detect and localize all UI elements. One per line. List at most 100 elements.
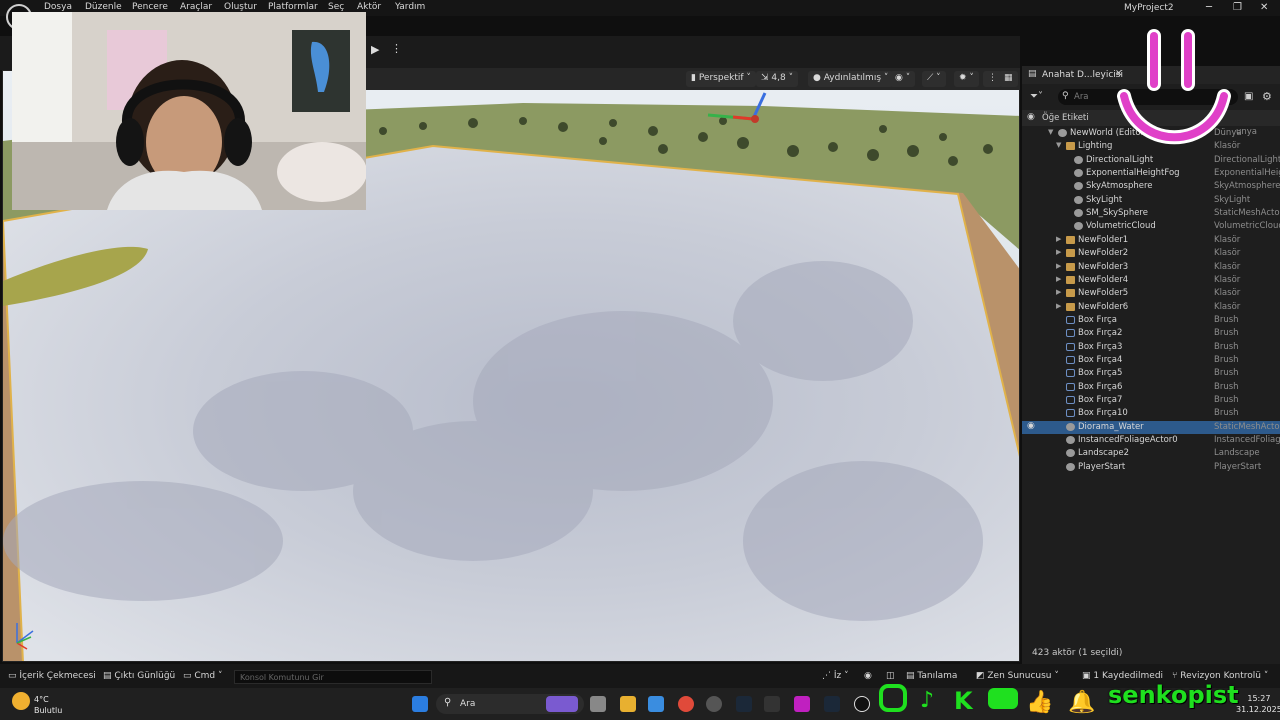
github-icon[interactable] [706,696,722,712]
outliner-row-type: Klasör [1214,301,1241,312]
layout-button[interactable]: ▦ [999,71,1018,87]
menu-edit[interactable]: Düzenle [85,2,122,12]
expand-arrow-icon[interactable]: ▼ [1056,141,1065,149]
outliner-row-name: Box Fırça2 [1078,328,1123,339]
cmd-dropdown[interactable]: ▭ Cmd ˅ [183,671,223,681]
output-log-button[interactable]: ▤ Çıktı Günlüğü [103,671,175,681]
system-clock[interactable]: 15:27 31.12.2025 [1236,693,1280,715]
outliner-row[interactable]: Box Fırça5 Brush [1022,367,1280,380]
folder-icon [1066,142,1075,151]
expand-arrow-icon[interactable]: ▼ [1048,128,1057,136]
outliner-row[interactable]: Box Fırça Brush [1022,314,1280,327]
diagnostics-button[interactable]: ▤ Tanılama [906,671,957,681]
outliner-row[interactable]: ▶ NewFolder2 Klasör [1022,247,1280,260]
expand-arrow-icon[interactable]: ▶ [1056,302,1065,310]
app-icon[interactable] [794,696,810,712]
outliner-row[interactable]: ExponentialHeightFog ExponentialHeig [1022,167,1280,180]
add-folder-icon[interactable]: ▣ [1244,91,1253,102]
viewport-toolbar: ▮ Perspektif ˅ ⇲ 4,8 ˅ ● Aydınlatılmış ˅… [366,68,1020,90]
outliner-row[interactable]: ◉ Diorama_Water StaticMeshActor [1022,420,1280,434]
outliner-row[interactable]: VolumetricCloud VolumetricCloud [1022,220,1280,233]
menu-tools[interactable]: Araçlar [180,2,212,12]
outliner-row[interactable]: Box Fırça7 Brush [1022,394,1280,407]
console-input[interactable]: Konsol Komutunu Gir [234,670,432,684]
outliner-row[interactable]: ▶ NewFolder6 Klasör [1022,301,1280,314]
outliner-row[interactable]: ▶ NewFolder3 Klasör [1022,261,1280,274]
channel-name: senkopist [1108,681,1239,709]
outliner-row-type: InstancedFoliage [1214,435,1280,446]
revision-control-button[interactable]: ⑂ Revizyon Kontrolü ˅ [1172,671,1268,681]
outliner-row[interactable]: Landscape2 Landscape [1022,447,1280,460]
menu-platforms[interactable]: Platformlar [268,2,318,12]
show-flags-button[interactable]: ◉ ˅ [890,71,916,87]
record-icon[interactable]: ◉ [864,671,872,681]
outliner-row[interactable]: ▶ NewFolder4 Klasör [1022,274,1280,287]
outliner-row-type: DirectionalLight [1214,154,1280,165]
more-options-icon[interactable]: ⋮ [391,42,402,55]
settings-button[interactable]: ✹ ˅ [954,71,979,87]
filter-icon[interactable]: ⏷˅ [1030,91,1043,102]
outliner-row-name: NewFolder3 [1078,261,1129,272]
lighting-mode-dropdown[interactable]: ● Aydınlatılmış ˅ [808,71,894,87]
play-icon[interactable]: ▶ [371,43,379,56]
outliner-row[interactable]: SkyAtmosphere SkyAtmosphere [1022,180,1280,193]
unsaved-button[interactable]: ▣ 1 Kaydedilmedi [1082,671,1163,681]
outliner-row[interactable]: PlayerStart PlayerStart [1022,461,1280,474]
outliner-row[interactable]: Box Fırça3 Brush [1022,341,1280,354]
menu-actor[interactable]: Aktör [357,2,381,12]
outliner-row[interactable]: Box Fırça2 Brush [1022,327,1280,340]
minimize-button[interactable]: ─ [1206,2,1212,13]
camera-speed-dropdown[interactable]: ⇲ 4,8 ˅ [756,71,799,87]
close-button[interactable]: ✕ [1260,2,1268,13]
visibility-eye-icon[interactable]: ◉ [1027,421,1036,431]
file-explorer-icon[interactable] [620,696,636,712]
outliner-row-type: Brush [1214,354,1239,365]
task-view-icon[interactable] [590,696,606,712]
save-icon: ▣ [1082,671,1094,681]
steam-alt-icon[interactable] [824,696,840,712]
outliner-row[interactable]: SM_SkySphere StaticMeshActor [1022,207,1280,220]
outliner-row-name: PlayerStart [1078,461,1126,472]
menu-file[interactable]: Dosya [44,2,72,12]
outliner-row[interactable]: InstancedFoliageActor0 InstancedFoliage [1022,434,1280,447]
content-drawer-button[interactable]: ▭ İçerik Çekmecesi [8,671,96,681]
zen-server-dropdown[interactable]: ◩ Zen Sunucusu ˅ [976,671,1059,681]
folder-icon [1066,275,1075,284]
maximize-button[interactable]: ❐ [1233,2,1242,13]
visibility-eye-icon[interactable]: ◉ [1027,112,1035,122]
start-windows-icon[interactable] [412,696,428,712]
unreal-engine-icon[interactable] [854,696,870,712]
outliner-row[interactable]: Box Fırça4 Brush [1022,354,1280,367]
outliner-row-name: NewFolder6 [1078,301,1129,312]
menu-select[interactable]: Seç [328,2,344,12]
expand-arrow-icon[interactable]: ▶ [1056,288,1065,296]
trace-dropdown[interactable]: ⋰ İz ˅ [822,671,849,681]
epic-games-icon[interactable] [764,696,780,712]
camera-icon[interactable]: ◫ [886,671,895,681]
outliner-row[interactable]: SkyLight SkyLight [1022,194,1280,207]
chrome-icon[interactable] [678,696,694,712]
settings-gear-icon[interactable]: ⚙ [1262,90,1272,103]
outliner-row-type: Brush [1214,328,1239,339]
thumbs-up-icon: 👍 [1026,689,1053,714]
outliner-row-name: NewFolder2 [1078,248,1129,259]
weather-widget[interactable]: 4°C Bulutlu [34,694,62,716]
perspective-dropdown[interactable]: ▮ Perspektif ˅ [686,71,756,87]
menu-help[interactable]: Yardım [395,2,425,12]
outliner-row-type: VolumetricCloud [1214,221,1280,232]
expand-arrow-icon[interactable]: ▶ [1056,275,1065,283]
steam-icon[interactable] [736,696,752,712]
expand-arrow-icon[interactable]: ▶ [1056,248,1065,256]
outliner-row[interactable]: ▶ NewFolder1 Klasör [1022,234,1280,247]
outliner-row[interactable]: ▶ NewFolder5 Klasör [1022,287,1280,300]
menu-window[interactable]: Pencere [132,2,168,12]
expand-arrow-icon[interactable]: ▶ [1056,235,1065,243]
expand-arrow-icon[interactable]: ▶ [1056,262,1065,270]
outliner-row[interactable]: Box Fırça10 Brush [1022,407,1280,420]
store-icon[interactable] [648,696,664,712]
weather-icon[interactable] [12,692,30,710]
outliner-row[interactable]: Box Fırça6 Brush [1022,381,1280,394]
transform-tools-button[interactable]: ⟋ ˅ [922,71,946,87]
menu-build[interactable]: Oluştur [224,2,257,12]
taskbar-search[interactable]: ⚲ Ara [436,694,584,714]
